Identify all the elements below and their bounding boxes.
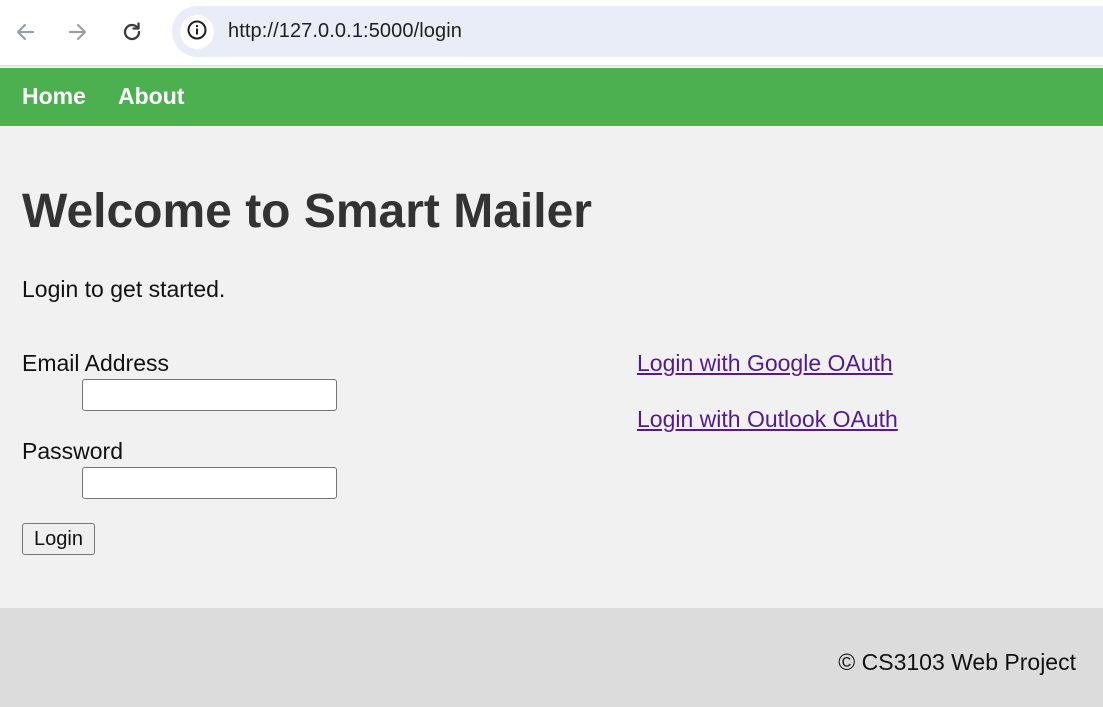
email-field[interactable] [82,379,337,411]
password-field[interactable] [82,467,337,499]
nav-link-about[interactable]: About [118,83,184,110]
password-label: Password [22,438,123,464]
outlook-oauth-link[interactable]: Login with Outlook OAuth [637,406,898,433]
site-info-icon [186,19,208,46]
google-oauth-link[interactable]: Login with Google OAuth [637,350,893,377]
back-arrow-icon [14,21,36,43]
email-label: Email Address [22,350,170,376]
main-content: Welcome to Smart Mailer Login to get sta… [0,126,1103,608]
site-navbar: Home About [0,68,1103,126]
footer-copyright: © CS3103 Web Project [838,649,1076,675]
forward-arrow-icon [67,21,89,43]
login-button[interactable]: Login [22,523,95,555]
page-title: Welcome to Smart Mailer [22,185,592,238]
reload-icon [121,21,143,43]
nav-link-home[interactable]: Home [22,83,86,110]
page-footer: © CS3103 Web Project [0,608,1103,707]
browser-toolbar: http://127.0.0.1:5000/login [0,0,1103,66]
address-bar[interactable]: http://127.0.0.1:5000/login [172,6,1103,57]
site-info-button[interactable] [180,15,214,49]
forward-button[interactable] [61,15,95,49]
url-text[interactable]: http://127.0.0.1:5000/login [228,20,462,43]
reload-button[interactable] [115,15,149,49]
page-subtitle: Login to get started. [22,276,226,302]
back-button[interactable] [8,15,42,49]
